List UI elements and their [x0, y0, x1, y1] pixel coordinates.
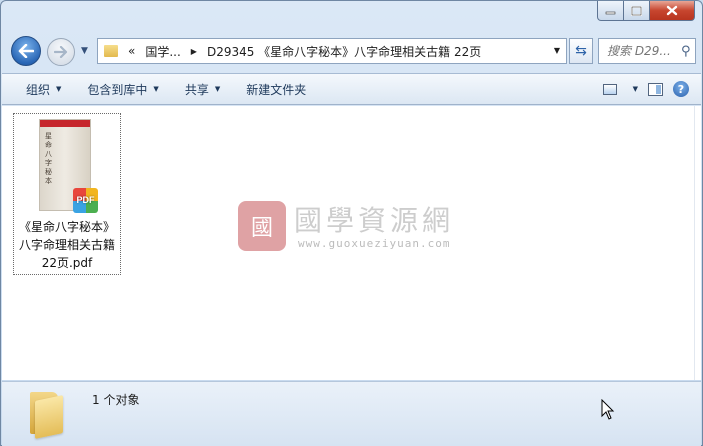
file-name-line: 《星命八字秘本》 — [18, 220, 115, 234]
search-icon[interactable]: ⚲ — [681, 44, 691, 59]
maximize-icon — [631, 5, 642, 16]
toolbar-right-group: ▼ ? — [602, 81, 689, 97]
include-in-library-menu[interactable]: 包含到库中 ▼ — [87, 81, 158, 98]
command-bar: 组织 ▼ 包含到库中 ▼ 共享 ▼ 新建文件夹 ▼ ? — [2, 73, 701, 105]
organize-label: 组织 — [26, 82, 51, 97]
chevron-down-icon: ▼ — [214, 85, 221, 93]
pdf-badge-label: PDF — [76, 195, 95, 205]
watermark-seal-logo: 國 — [238, 201, 286, 251]
watermark: 國 國學資源網 www.guoxueziyuan.com — [238, 201, 518, 257]
file-list-pane[interactable]: 星命八字秘本 PDF 《星命八字秘本》 八字命理相关古籍 22页.pdf 國 國… — [2, 106, 694, 380]
include-in-library-label: 包含到库中 — [87, 82, 148, 97]
breadcrumb-item-current[interactable]: D29345 《星命八字秘本》八字命理相关古籍 22页 — [207, 43, 481, 60]
breadcrumb-separator-icon[interactable]: ▶ — [191, 47, 197, 56]
search-box[interactable]: ⚲ — [598, 38, 696, 64]
arrow-right-icon — [54, 46, 68, 58]
refresh-icon: ⇆ — [575, 43, 587, 59]
breadcrumb-item[interactable]: 国学... — [145, 43, 180, 60]
navigation-bar: ▼ « 国学... ▶ D29345 《星命八字秘本》八字命理相关古籍 22页 … — [9, 36, 696, 66]
thumbnail-text: 星命八字秘本 — [45, 132, 52, 185]
organize-menu[interactable]: 组织 ▼ — [26, 81, 61, 98]
folder-icon — [104, 45, 118, 57]
new-folder-button[interactable]: 新建文件夹 — [246, 81, 306, 98]
close-button[interactable] — [650, 1, 695, 21]
share-label: 共享 — [184, 82, 209, 97]
address-dropdown-icon[interactable]: ▼ — [554, 46, 560, 55]
minimize-icon — [605, 11, 616, 14]
vertical-scrollbar[interactable] — [694, 106, 701, 380]
folder-icon — [30, 388, 64, 439]
chevron-down-icon: ▼ — [153, 85, 159, 93]
file-name-line: 22页.pdf — [41, 256, 93, 270]
preview-pane-icon[interactable] — [648, 82, 663, 96]
maximize-button[interactable] — [624, 1, 650, 21]
explorer-window: ▼ « 国学... ▶ D29345 《星命八字秘本》八字命理相关古籍 22页 … — [0, 0, 703, 446]
arrow-left-icon — [18, 44, 34, 58]
change-view-icon[interactable] — [602, 83, 617, 95]
search-input[interactable] — [607, 44, 681, 58]
caption-buttons — [597, 1, 695, 21]
view-options-dropdown-icon[interactable]: ▼ — [633, 85, 638, 93]
recent-pages-dropdown[interactable]: ▼ — [81, 46, 88, 56]
file-name-line: 八字命理相关古籍 — [18, 238, 115, 252]
address-bar[interactable]: « 国学... ▶ D29345 《星命八字秘本》八字命理相关古籍 22页 ▼ — [97, 38, 567, 64]
refresh-button[interactable]: ⇆ — [569, 38, 593, 64]
file-name: 《星命八字秘本》 八字命理相关古籍 22页.pdf — [14, 218, 120, 272]
help-icon[interactable]: ? — [673, 81, 689, 97]
share-menu[interactable]: 共享 ▼ — [185, 81, 220, 98]
back-button[interactable] — [11, 36, 41, 66]
chevron-down-icon: ▼ — [56, 85, 62, 93]
watermark-url: www.guoxueziyuan.com — [298, 237, 451, 250]
minimize-button[interactable] — [597, 1, 624, 21]
new-folder-label: 新建文件夹 — [246, 82, 307, 97]
forward-button[interactable] — [47, 38, 75, 66]
details-pane: 1 个对象 — [2, 381, 701, 446]
mouse-cursor-icon — [601, 399, 615, 420]
file-item-pdf[interactable]: 星命八字秘本 PDF 《星命八字秘本》 八字命理相关古籍 22页.pdf — [13, 113, 121, 275]
watermark-title: 國學資源網 — [294, 204, 455, 237]
breadcrumb-overflow[interactable]: « — [128, 44, 135, 58]
item-count: 1 个对象 — [92, 393, 140, 407]
pdf-badge-icon: PDF — [73, 188, 98, 213]
close-icon — [666, 5, 678, 16]
thumbnail-header-bar — [40, 120, 90, 127]
